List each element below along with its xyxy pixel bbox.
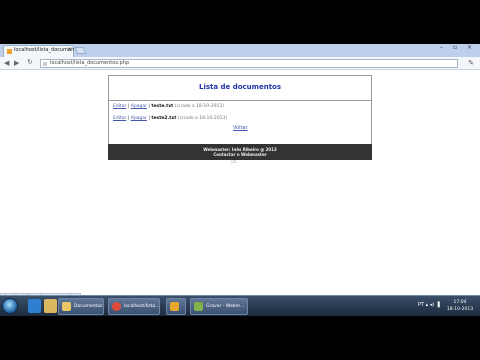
document-date: (criado a 18-10-2013) <box>174 104 224 109</box>
window-controls[interactable]: – ▫ × <box>440 44 476 51</box>
chrome-icon <box>112 302 121 311</box>
delete-link[interactable]: Apagar <box>131 104 147 109</box>
clock-time: 17:04 <box>453 300 467 305</box>
list-item: Editar | Apagar | teste.txt (criado a 18… <box>113 104 224 109</box>
separator: | <box>127 116 130 121</box>
folder-icon[interactable] <box>44 299 57 313</box>
taskbar-button-media[interactable] <box>166 298 186 315</box>
taskbar: Documentos localhost/lista... Gravar - W… <box>0 295 480 316</box>
address-url: localhost/lista_documentos.php <box>50 60 130 66</box>
contact-webmaster-link[interactable]: Contactar o Webmaster <box>108 152 372 157</box>
taskbar-button-documentos[interactable]: Documentos <box>58 298 104 315</box>
media-player-icon <box>170 302 179 311</box>
taskbar-button-label: Documentos <box>74 304 103 309</box>
forward-icon[interactable]: ▶ <box>14 59 19 67</box>
page-icon <box>43 62 47 66</box>
document-name: teste2.txt <box>151 116 177 121</box>
taskbar-button-chrome[interactable]: localhost/lista... <box>108 298 160 315</box>
hand-cursor-icon: ☝ <box>231 156 236 165</box>
recorder-icon <box>194 302 203 311</box>
back-link[interactable]: Voltar <box>233 125 248 131</box>
separator: | <box>148 104 150 109</box>
back-icon[interactable]: ◀ <box>4 59 9 67</box>
page-title: Lista de documentos <box>198 83 282 91</box>
taskbar-button-label: Gravar - Webm... <box>206 304 245 309</box>
separator: | <box>127 104 130 109</box>
page-footer: Webmaster: Inês Ribeiro @ 2013 Contactar… <box>108 144 372 160</box>
taskbar-button-recorder[interactable]: Gravar - Webm... <box>190 298 248 315</box>
ie-icon[interactable] <box>28 299 41 313</box>
folder-icon <box>62 302 71 311</box>
edit-link[interactable]: Editar <box>113 116 126 121</box>
edit-link[interactable]: Editar <box>113 104 126 109</box>
taskbar-button-label: localhost/lista... <box>124 304 160 309</box>
clock[interactable]: 17:04 18-10-2013 <box>444 299 476 313</box>
document-date: (criado a 18-10-2013) <box>177 116 228 121</box>
tab-close-icon[interactable]: × <box>67 46 72 53</box>
page-favicon-icon <box>7 49 12 54</box>
browser-toolbar: ◀ ▶ ↻ localhost/lista_documentos.php ✎ <box>0 57 480 70</box>
address-bar[interactable]: localhost/lista_documentos.php <box>40 59 458 68</box>
wrench-icon[interactable]: ✎ <box>468 59 474 67</box>
panel-header: Lista de documentos <box>109 76 371 101</box>
new-tab-button[interactable] <box>74 47 87 54</box>
document-name: teste.txt <box>151 104 174 109</box>
browser-tab[interactable]: localhost/lista_documen × <box>3 45 74 57</box>
reload-icon[interactable]: ↻ <box>27 58 33 66</box>
tab-title: localhost/lista_documen <box>14 47 75 53</box>
clock-date: 18-10-2013 <box>446 307 474 312</box>
tab-strip: localhost/lista_documen × – ▫ × <box>0 44 480 57</box>
delete-link[interactable]: Apagar <box>131 116 147 121</box>
screen: localhost/lista_documen × – ▫ × ◀ ▶ ↻ lo… <box>0 44 480 316</box>
list-item: Editar | Apagar | teste2.txt (criado a 1… <box>113 116 227 121</box>
separator: | <box>148 116 150 121</box>
system-tray[interactable]: PT ▴ ◂) ▐ <box>418 302 440 308</box>
start-button[interactable] <box>2 298 18 314</box>
